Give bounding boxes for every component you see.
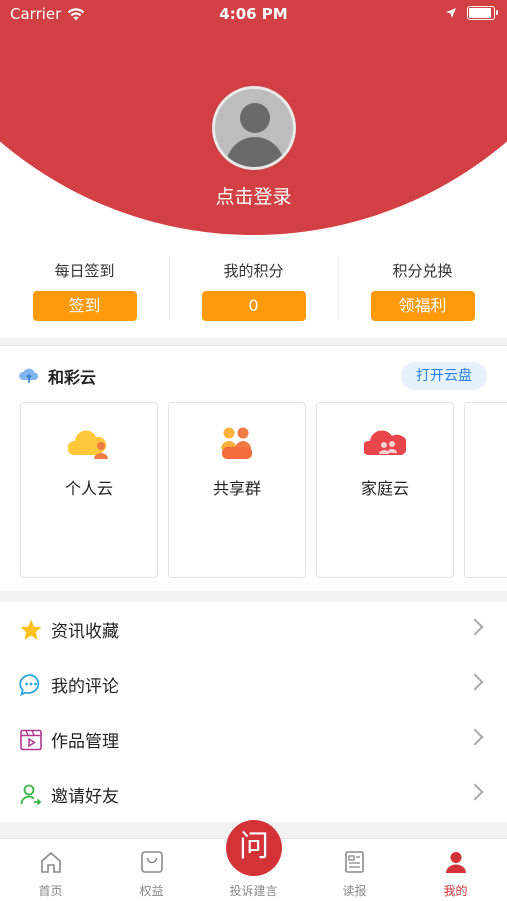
stat-points-exchange: 积分兑换 领福利 (338, 240, 507, 338)
cloud-card-phone[interactable]: 手 (464, 402, 507, 578)
family-cloud-icon (364, 430, 406, 455)
personal-cloud-icon (68, 430, 108, 459)
chevron-right-icon (466, 783, 484, 801)
menu-label: 我的评论 (51, 677, 119, 697)
cloud-header: 和彩云 (18, 364, 96, 388)
card-label: 家庭云 (360, 479, 409, 498)
cloud-card-share-group[interactable]: 共享群 (168, 402, 306, 578)
video-icon (19, 728, 43, 752)
login-link[interactable]: 点击登录 (0, 182, 507, 209)
tab-label: 首页 (38, 884, 63, 898)
checkin-button[interactable]: 签到 (32, 291, 137, 321)
get-benefits-button[interactable]: 领福利 (370, 291, 475, 321)
card-label: 共享群 (212, 479, 261, 498)
star-icon (19, 618, 43, 642)
stat-label: 积分兑换 (392, 262, 453, 280)
tab-newspaper[interactable]: 读报 (304, 839, 405, 901)
newspaper-icon (345, 851, 364, 873)
points-button[interactable]: 0 (201, 291, 306, 321)
chevron-right-icon (466, 728, 484, 746)
tab-home[interactable]: 首页 (0, 839, 101, 901)
status-bar: Carrier 4:06 PM (0, 0, 507, 28)
stats-row: 每日签到 签到 我的积分 0 积分兑换 领福利 (0, 240, 507, 338)
bag-icon (141, 851, 163, 873)
menu-item-comments[interactable]: 我的评论 (0, 657, 507, 712)
card-label: 个人云 (64, 479, 113, 498)
status-time: 4:06 PM (219, 5, 288, 23)
card-label: 手 (465, 475, 507, 499)
user-icon (446, 852, 466, 873)
stat-label: 我的积分 (223, 262, 284, 280)
tab-label: 读报 (342, 884, 367, 898)
home-icon (41, 851, 61, 873)
location-arrow-icon (446, 8, 456, 18)
menu-item-invite[interactable]: 邀请好友 (0, 767, 507, 822)
tab-label: 权益 (139, 884, 164, 898)
avatar-body (226, 137, 284, 167)
open-cloud-button[interactable]: 打开云盘 (401, 362, 487, 390)
cloud-card-family[interactable]: 家庭云 (316, 402, 454, 578)
menu-item-favorites[interactable]: 资讯收藏 (0, 602, 507, 657)
cloud-logo-icon (19, 368, 38, 383)
cloud-title: 和彩云 (48, 368, 97, 387)
menu-label: 邀请好友 (51, 787, 119, 807)
profile-header: 点击登录 (0, 0, 507, 240)
avatar-head (240, 103, 270, 133)
tab-benefits[interactable]: 权益 (101, 839, 202, 901)
status-right (445, 6, 498, 20)
tab-label: 我的 (443, 884, 468, 898)
avatar[interactable] (212, 86, 296, 170)
chevron-right-icon (466, 618, 484, 636)
invite-user-icon (19, 783, 43, 807)
stat-label: 每日签到 (54, 262, 115, 280)
comment-icon (19, 673, 43, 697)
stat-daily-checkin: 每日签到 签到 (0, 240, 169, 338)
menu-label: 作品管理 (51, 732, 119, 752)
menu-label: 资讯收藏 (51, 622, 119, 642)
chevron-right-icon (466, 673, 484, 691)
tab-label: 投诉建言 (229, 884, 278, 898)
cloud-cards: 个人云 共享群 家庭云 手 (20, 402, 507, 578)
tab-mine[interactable]: 我的 (405, 839, 506, 901)
ask-button[interactable]: 问 (226, 820, 282, 876)
menu-list: 资讯收藏 我的评论 作品管理 邀请好友 (0, 602, 507, 822)
share-group-icon (221, 427, 252, 459)
menu-item-works[interactable]: 作品管理 (0, 712, 507, 767)
cloud-section: 和彩云 打开云盘 个人云 共享群 家庭云 (0, 345, 507, 591)
battery-icon (467, 6, 498, 20)
stat-my-points: 我的积分 0 (169, 240, 338, 338)
cloud-card-personal[interactable]: 个人云 (20, 402, 158, 578)
